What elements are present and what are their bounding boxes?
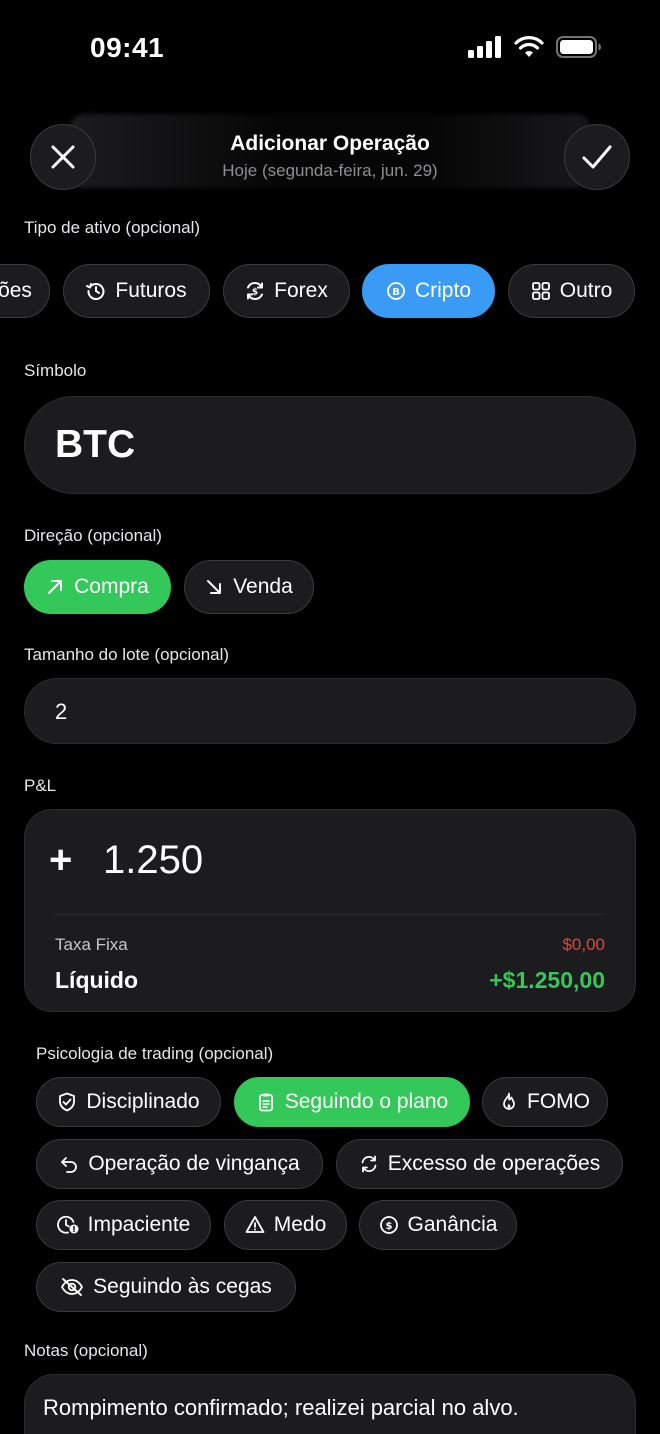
pnl-sign-toggle[interactable]: + [49, 838, 72, 883]
pnl-label: P&L [24, 776, 57, 795]
refresh-icon [359, 1154, 379, 1174]
tag-label: FOMO [527, 1090, 590, 1113]
net-value: +$1.250,00 [489, 967, 605, 993]
sell-button[interactable]: Venda [184, 560, 314, 614]
history-icon [86, 281, 106, 301]
checkmark-icon [582, 144, 612, 170]
tag-label: Disciplinado [86, 1090, 200, 1113]
flame-icon [500, 1092, 518, 1112]
page-subtitle: Hoje (segunda-feira, jun. 29) [222, 161, 438, 180]
pnl-divider [55, 914, 605, 915]
tag-label: Ganância [407, 1213, 498, 1236]
clock-alert-icon [56, 1215, 79, 1235]
symbol-label: Símbolo [24, 361, 87, 380]
tag-impaciente[interactable]: Impaciente [36, 1200, 211, 1250]
asset-chip-label: Cripto [414, 279, 472, 302]
tag-medo[interactable]: Medo [224, 1200, 347, 1250]
svg-text:B: B [392, 287, 400, 298]
asset-chip-outro[interactable]: Outro [508, 264, 635, 318]
tag-fomo[interactable]: FOMO [482, 1077, 608, 1127]
lot-size-value: 2 [55, 699, 68, 724]
tag-label: Seguindo às cegas [93, 1275, 272, 1298]
arrow-down-right-icon [205, 578, 223, 596]
asset-chip-forex[interactable]: $ Forex [223, 264, 350, 318]
bitcoin-icon: B [386, 281, 406, 301]
tag-label: Impaciente [87, 1213, 191, 1236]
tag-ganancia[interactable]: $ Ganância [359, 1200, 517, 1250]
tag-operacao-de-vinganca[interactable]: Operação de vingança [36, 1139, 323, 1189]
tag-label: Excesso de operações [387, 1152, 601, 1175]
tag-excesso-de-operacoes[interactable]: Excesso de operações [336, 1139, 623, 1189]
eye-off-icon [60, 1277, 84, 1297]
lot-size-label: Tamanho do lote (opcional) [24, 645, 230, 664]
page-title: Adicionar Operação [230, 132, 430, 155]
status-icons [468, 36, 602, 58]
wifi-icon [514, 36, 544, 58]
confirm-button[interactable] [564, 124, 630, 190]
header: Adicionar Operação Hoje (segunda-feira, … [0, 112, 660, 208]
net-label: Líquido [55, 967, 139, 993]
arrow-up-right-icon [46, 578, 64, 596]
status-bar: 09:41 [0, 0, 660, 96]
symbol-value: BTC [55, 423, 136, 466]
grid-icon [531, 281, 551, 301]
asset-chip-label: ões [0, 279, 32, 302]
shield-check-icon [57, 1092, 77, 1112]
tag-label: Medo [273, 1213, 327, 1236]
asset-chip-label: Futuros [115, 279, 187, 302]
asset-chip-label: Outro [559, 279, 613, 302]
tag-seguindo-o-plano[interactable]: Seguindo o plano [234, 1077, 470, 1127]
cellular-signal-icon [468, 36, 502, 58]
tag-disciplinado[interactable]: Disciplinado [36, 1077, 221, 1127]
symbol-input[interactable]: BTC [24, 396, 636, 494]
psychology-label: Psicologia de trading (opcional) [36, 1044, 274, 1063]
fee-label: Taxa Fixa [55, 935, 128, 954]
battery-icon [556, 36, 602, 58]
tag-label: Operação de vingança [88, 1152, 300, 1175]
sell-label: Venda [233, 575, 293, 598]
pnl-card: + 1.250 Taxa Fixa $0,00 Líquido +$1.250,… [24, 809, 636, 1012]
asset-chip-futuros[interactable]: Futuros [63, 264, 210, 318]
notes-label: Notas (opcional) [24, 1341, 148, 1360]
asset-chip-partial[interactable]: ões [0, 264, 50, 318]
pnl-input[interactable]: 1.250 [103, 838, 203, 883]
fee-value: $0,00 [562, 935, 605, 954]
warning-triangle-icon [245, 1215, 265, 1235]
status-time: 09:41 [90, 32, 165, 63]
clipboard-icon [256, 1092, 276, 1112]
svg-text:$: $ [385, 1221, 392, 1232]
undo-arrow-icon [59, 1154, 79, 1174]
buy-label: Compra [74, 575, 149, 598]
tag-label: Seguindo o plano [284, 1090, 449, 1113]
tag-seguindo-as-cegas[interactable]: Seguindo às cegas [36, 1262, 296, 1312]
svg-text:$: $ [252, 288, 258, 298]
notes-value: Rompimento confirmado; realizei parcial … [43, 1395, 519, 1420]
asset-chip-cripto[interactable]: B Cripto [362, 264, 495, 318]
asset-type-selector: ões Futuros $ Forex B Cripto Outro [0, 264, 660, 320]
asset-chip-label: Forex [274, 279, 328, 302]
notes-input[interactable]: Rompimento confirmado; realizei parcial … [24, 1374, 636, 1434]
buy-button[interactable]: Compra [24, 560, 171, 614]
lot-size-input[interactable]: 2 [24, 678, 636, 744]
direction-label: Direção (opcional) [24, 526, 162, 545]
dollar-circle-icon: $ [379, 1215, 399, 1235]
dollar-exchange-icon: $ [245, 281, 265, 301]
asset-type-label: Tipo de ativo (opcional) [24, 218, 201, 237]
